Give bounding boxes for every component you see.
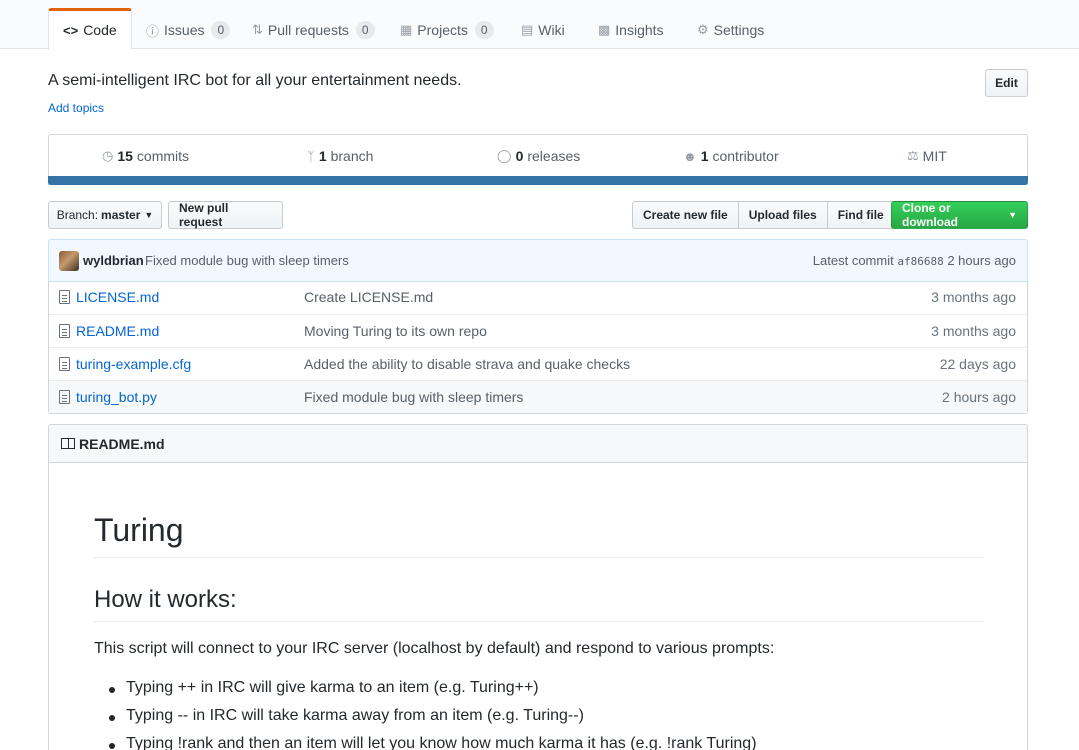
edit-description-button[interactable]: Edit — [985, 69, 1028, 97]
file-icon — [59, 390, 70, 404]
repo-nav: <> Code ⓘ Issues 0 ⇅ Pull requests 0 ▦ P… — [0, 0, 1079, 50]
license-label: MIT — [922, 148, 947, 164]
file-list: LICENSE.md Create LICENSE.md 3 months ag… — [48, 281, 1028, 414]
readme-content: Turing How it works: This script will co… — [48, 462, 1028, 750]
people-icon: ☻ — [683, 148, 697, 164]
tab-wiki[interactable]: ▤ Wiki — [507, 10, 579, 50]
releases-label: releases — [527, 148, 581, 164]
pull-requests-count: 0 — [355, 21, 375, 39]
list-item: Typing -- in IRC will take karma away fr… — [109, 707, 584, 724]
issue-icon: ⓘ — [146, 23, 160, 39]
table-row: LICENSE.md Create LICENSE.md 3 months ag… — [49, 281, 1027, 314]
file-commit-message[interactable]: Added the ability to disable strava and … — [304, 356, 630, 372]
project-icon: ▦ — [400, 22, 413, 37]
file-commit-message[interactable]: Moving Turing to its own repo — [304, 323, 487, 339]
commit-age: 2 hours ago — [947, 253, 1016, 268]
file-actions: Create new file Upload files Find file — [632, 201, 895, 229]
tag-icon: ◯ — [497, 148, 512, 163]
file-icon — [59, 290, 70, 304]
contributors-count: 1 — [700, 148, 709, 164]
clone-label: Clone or download — [902, 201, 958, 229]
create-new-file-button[interactable]: Create new file — [632, 201, 739, 229]
avatar[interactable] — [59, 251, 79, 271]
commits-count: 15 — [117, 148, 133, 164]
commit-message[interactable]: Fixed module bug with sleep timers — [145, 253, 349, 268]
projects-count: 0 — [474, 21, 494, 39]
tab-settings[interactable]: ⚙ Settings — [683, 10, 778, 50]
contributors-label: contributor — [712, 148, 779, 164]
find-file-button[interactable]: Find file — [826, 201, 895, 229]
file-name[interactable]: turing-example.cfg — [76, 356, 191, 372]
tab-label: Wiki — [538, 22, 565, 38]
tab-label: Insights — [615, 22, 664, 38]
tab-projects[interactable]: ▦ Projects 0 — [386, 10, 508, 50]
commit-author[interactable]: wyldbrian — [83, 253, 144, 268]
license-link[interactable]: ⚖ MIT — [907, 148, 947, 164]
table-row: turing-example.cfg Added the ability to … — [49, 347, 1027, 380]
branch-name: master — [101, 208, 141, 222]
branch-label: branch — [330, 148, 374, 164]
latest-commit-info: Latest commit af86688 2 hours ago — [813, 253, 1016, 268]
gear-icon: ⚙ — [697, 22, 709, 37]
caret-down-icon: ▼ — [1008, 210, 1017, 220]
branch-count: 1 — [318, 148, 327, 164]
file-age: 2 hours ago — [942, 389, 1016, 405]
tab-label: Issues — [164, 22, 205, 38]
graph-icon: ▩ — [598, 22, 611, 37]
tab-issues[interactable]: ⓘ Issues 0 — [132, 10, 244, 50]
pull-request-icon: ⇅ — [252, 22, 263, 37]
contributors-link[interactable]: ☻ 1 contributor — [683, 148, 779, 164]
book-icon — [61, 438, 75, 449]
list-item: Typing !rank and then an item will let y… — [109, 735, 757, 750]
tab-label: Pull requests — [267, 22, 349, 38]
tab-label: Code — [83, 22, 117, 38]
branch-select[interactable]: Branch: master ▼ — [48, 201, 162, 229]
tab-code[interactable]: <> Code — [48, 8, 132, 50]
code-icon: <> — [63, 22, 79, 38]
commits-label: commits — [136, 148, 190, 164]
history-icon: ◷ — [102, 148, 114, 163]
clone-or-download-button[interactable]: Clone or download ▼ — [891, 201, 1028, 229]
tab-label: Projects — [417, 22, 468, 38]
table-row: turing_bot.py Fixed module bug with slee… — [49, 380, 1027, 413]
file-age: 3 months ago — [931, 289, 1016, 305]
file-name[interactable]: LICENSE.md — [76, 289, 159, 305]
table-row: README.md Moving Turing to its own repo … — [49, 314, 1027, 347]
readme-subheading: How it works: — [94, 586, 984, 622]
caret-down-icon: ▼ — [144, 210, 154, 220]
latest-commit-prefix: Latest commit — [812, 253, 894, 268]
file-age: 22 days ago — [939, 356, 1016, 372]
add-topics-link[interactable]: Add topics — [48, 101, 104, 115]
list-item: Typing ++ in IRC will give karma to an i… — [109, 679, 539, 696]
file-commit-message[interactable]: Fixed module bug with sleep timers — [304, 389, 523, 405]
readme-intro: This script will connect to your IRC ser… — [94, 640, 775, 657]
language-bar[interactable] — [48, 176, 1028, 185]
law-icon: ⚖ — [907, 148, 919, 163]
file-name[interactable]: README.md — [76, 323, 159, 339]
branch-icon: ᛉ — [307, 148, 315, 164]
readme-filename: README.md — [79, 436, 165, 452]
new-pull-request-button[interactable]: New pull request — [168, 201, 283, 229]
branch-prefix: Branch: — [56, 208, 99, 222]
readme-heading: Turing — [94, 512, 984, 558]
book-icon: ▤ — [521, 22, 534, 37]
commits-link[interactable]: ◷ 15 commits — [102, 148, 189, 164]
releases-link[interactable]: ◯ 0 releases — [497, 148, 580, 164]
tab-insights[interactable]: ▩ Insights — [584, 10, 678, 50]
readme-header: README.md — [48, 424, 1028, 463]
file-commit-message[interactable]: Create LICENSE.md — [304, 289, 433, 305]
issues-count: 0 — [211, 21, 231, 39]
file-icon — [59, 324, 70, 338]
file-icon — [59, 357, 70, 371]
tab-label: Settings — [713, 22, 765, 38]
tab-pull-requests[interactable]: ⇅ Pull requests 0 — [238, 10, 389, 50]
upload-files-button[interactable]: Upload files — [737, 201, 828, 229]
branches-link[interactable]: ᛉ 1 branch — [307, 148, 373, 164]
commit-sha[interactable]: af86688 — [897, 255, 943, 268]
file-name[interactable]: turing_bot.py — [76, 389, 157, 405]
releases-count: 0 — [515, 148, 524, 164]
file-age: 3 months ago — [931, 323, 1016, 339]
repo-description: A semi-intelligent IRC bot for all your … — [48, 72, 462, 89]
latest-commit-bar: wyldbrian Fixed module bug with sleep ti… — [48, 239, 1028, 282]
